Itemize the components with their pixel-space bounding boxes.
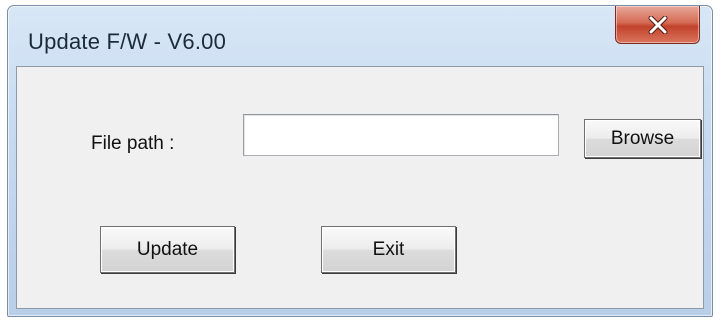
file-path-label: File path : — [91, 133, 175, 154]
update-button[interactable]: Update — [100, 226, 235, 273]
dialog-window: Update F/W - V6.00 File path : Browse Up… — [7, 5, 713, 317]
exit-button[interactable]: Exit — [321, 226, 456, 273]
close-button[interactable] — [615, 6, 700, 44]
close-icon — [648, 15, 668, 34]
browse-button[interactable]: Browse — [584, 119, 701, 158]
dialog-content: File path : Browse Update Exit — [16, 66, 704, 309]
window-title: Update F/W - V6.00 — [28, 29, 227, 54]
file-path-input[interactable] — [243, 114, 559, 156]
title-bar[interactable]: Update F/W - V6.00 — [8, 6, 712, 64]
